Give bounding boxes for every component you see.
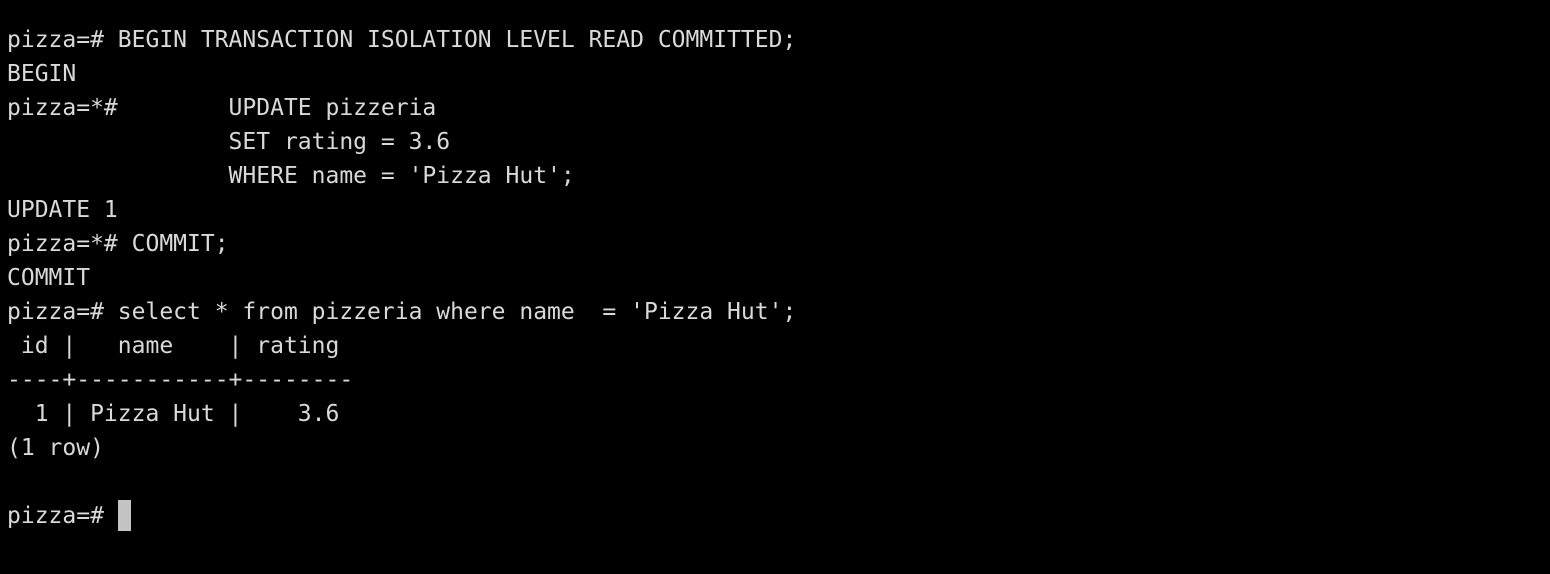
command-update-line-2: SET rating = 3.6 — [7, 129, 451, 155]
output-begin: BEGIN — [7, 61, 77, 87]
prompt-text: pizza=# — [7, 503, 118, 529]
output-update-count: UPDATE 1 — [7, 197, 118, 223]
result-table-header: id | name | rating — [7, 333, 340, 359]
terminal-window[interactable]: pizza=# BEGIN TRANSACTION ISOLATION LEVE… — [7, 23, 1543, 533]
command-update-line-3: WHERE name = 'Pizza Hut'; — [7, 163, 575, 189]
text-cursor — [117, 500, 131, 531]
current-prompt-line[interactable]: pizza=# — [7, 499, 1543, 533]
command-commit: pizza=*# COMMIT; — [7, 231, 229, 257]
command-begin-transaction: pizza=# BEGIN TRANSACTION ISOLATION LEVE… — [7, 27, 797, 53]
command-select: pizza=# select * from pizzeria where nam… — [7, 299, 797, 325]
command-update-line-1: pizza=*# UPDATE pizzeria — [7, 95, 437, 121]
result-table-row: 1 | Pizza Hut | 3.6 — [7, 401, 340, 427]
output-commit: COMMIT — [7, 265, 91, 291]
result-table-separator: ----+-----------+-------- — [7, 367, 354, 393]
result-row-count: (1 row) — [7, 435, 104, 461]
